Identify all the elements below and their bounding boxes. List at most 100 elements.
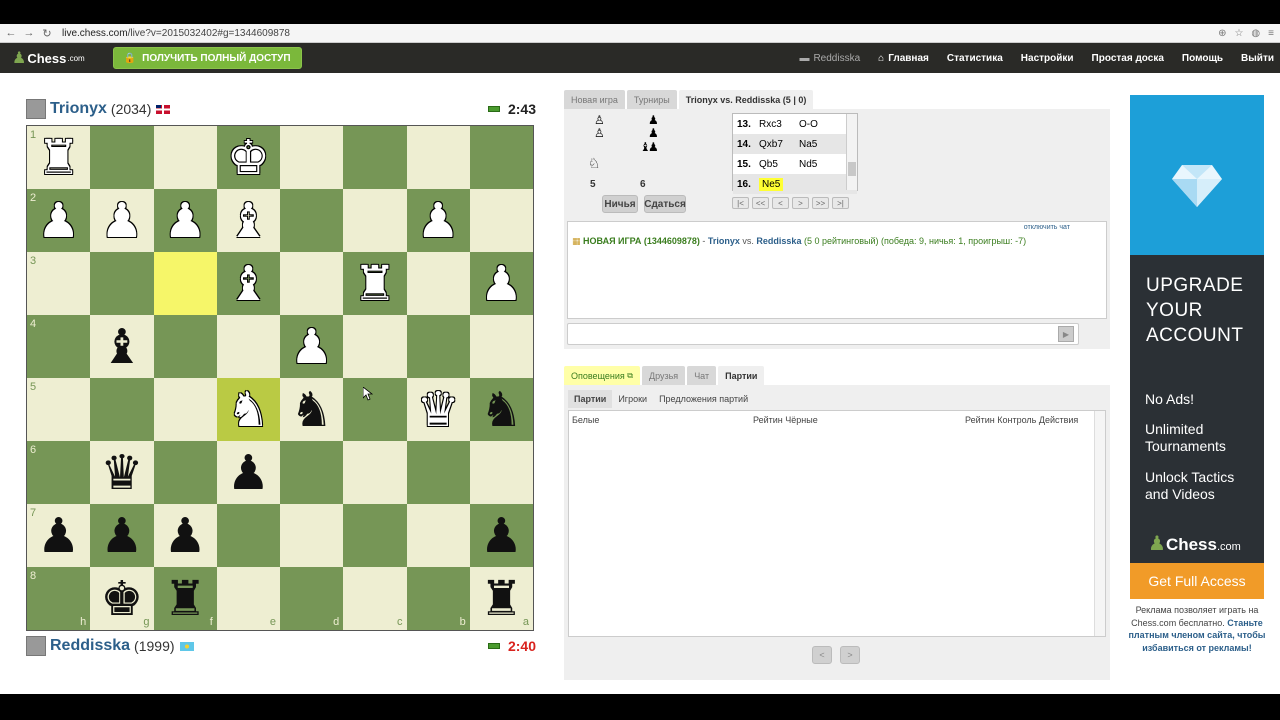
board-square[interactable] bbox=[280, 504, 344, 567]
board-square[interactable] bbox=[469, 441, 533, 504]
menu-icon[interactable]: ≡ bbox=[1268, 28, 1274, 39]
subtab-games[interactable]: Партии bbox=[568, 390, 613, 408]
board-square[interactable] bbox=[406, 441, 470, 504]
chess-logo[interactable]: ♟ Chess .com bbox=[12, 48, 85, 68]
board-square[interactable] bbox=[343, 504, 407, 567]
black-move[interactable]: Na5 bbox=[799, 139, 839, 150]
white-knight-icon[interactable]: ♞ bbox=[227, 386, 270, 434]
tab-chat[interactable]: Чат bbox=[687, 366, 717, 385]
move-row[interactable]: 15. Qb5 Nd5 bbox=[733, 154, 857, 174]
board-square[interactable] bbox=[343, 189, 407, 252]
black-knight-icon[interactable]: ♞ bbox=[290, 386, 333, 434]
board-square[interactable]: e bbox=[216, 567, 280, 630]
board-square[interactable] bbox=[406, 252, 470, 315]
nav-help[interactable]: Помощь bbox=[1182, 53, 1223, 64]
board-square[interactable] bbox=[153, 315, 217, 378]
board-square[interactable] bbox=[216, 504, 280, 567]
board-square[interactable] bbox=[280, 189, 344, 252]
top-player-name[interactable]: Trionyx bbox=[50, 100, 107, 118]
board-square[interactable]: ♜ bbox=[343, 252, 407, 315]
black-rook-icon[interactable]: ♜ bbox=[480, 575, 523, 623]
nav-simple-board[interactable]: Простая доска bbox=[1092, 53, 1164, 64]
board-square[interactable]: 1 ♜ bbox=[27, 126, 91, 189]
board-square[interactable]: 3 bbox=[27, 252, 91, 315]
black-pawn-icon[interactable]: ♟ bbox=[37, 512, 80, 560]
board-square[interactable]: ♟ bbox=[153, 504, 217, 567]
board-square[interactable]: ♝ bbox=[216, 252, 280, 315]
col-rating-black[interactable]: Рейтин Чёрные bbox=[753, 415, 818, 425]
black-move[interactable]: O-O bbox=[799, 119, 839, 130]
forward-arrow-icon[interactable]: → bbox=[22, 27, 36, 39]
bookmark-star-icon[interactable]: ☆ bbox=[1234, 28, 1243, 39]
nav-stats[interactable]: Статистика bbox=[947, 53, 1003, 64]
chess-board[interactable]: 1 ♜ ♚ 2 ♟ ♟ ♟ ♝ ♟ 3 ♝ ♜ ♟ 4 ♝ ♟ 5 ♞ ♞ ♛ ♞ 6 ♛ ♟ 7 ♟ ♟ ♟ ♟ 8 h g ♚ f ♜ e d c b a… bbox=[26, 125, 534, 631]
board-square[interactable] bbox=[90, 126, 154, 189]
black-knight-icon[interactable]: ♞ bbox=[480, 386, 523, 434]
subtab-offers[interactable]: Предложения партий bbox=[653, 390, 754, 408]
board-square[interactable] bbox=[153, 252, 217, 315]
board-square[interactable] bbox=[469, 189, 533, 252]
move-row[interactable]: 13. Rxc3 O-O bbox=[733, 114, 857, 134]
move-list[interactable]: 13. Rxc3 O-O 14. Qxb7 Na5 15. Qb5 Nd5 16. Ne5 bbox=[732, 113, 858, 194]
chat-input[interactable] bbox=[567, 323, 1079, 345]
board-square[interactable]: 6 bbox=[27, 441, 91, 504]
white-move[interactable]: Ne5 bbox=[759, 177, 799, 191]
chat-white-player[interactable]: Trionyx bbox=[708, 236, 740, 246]
tab-friends[interactable]: Друзья bbox=[641, 366, 686, 385]
white-pawn-icon[interactable]: ♟ bbox=[100, 197, 143, 245]
board-square[interactable]: 4 bbox=[27, 315, 91, 378]
board-square[interactable] bbox=[343, 441, 407, 504]
back-5-button[interactable]: << bbox=[752, 197, 769, 209]
last-move-button[interactable]: >| bbox=[832, 197, 849, 209]
board-square[interactable] bbox=[280, 441, 344, 504]
board-square[interactable]: 8h bbox=[27, 567, 91, 630]
board-square[interactable] bbox=[343, 378, 407, 441]
board-square[interactable] bbox=[153, 126, 217, 189]
board-square[interactable] bbox=[153, 441, 217, 504]
white-pawn-icon[interactable]: ♟ bbox=[417, 197, 460, 245]
board-square[interactable] bbox=[469, 126, 533, 189]
tab-current-game[interactable]: Trionyx vs. Reddisska (5 | 0) bbox=[678, 90, 814, 109]
nav-user[interactable]: ▬ Reddisska bbox=[799, 53, 860, 64]
disable-chat-link[interactable]: отключить чат bbox=[1024, 224, 1070, 231]
col-rating-control[interactable]: Рейтин Контроль Действия bbox=[965, 415, 1078, 425]
board-square[interactable]: ♛ bbox=[90, 441, 154, 504]
nav-settings[interactable]: Настройки bbox=[1021, 53, 1074, 64]
full-access-button[interactable]: 🔒 ПОЛУЧИТЬ ПОЛНЫЙ ДОСТУП bbox=[112, 47, 302, 69]
move-row[interactable]: 14. Qxb7 Na5 bbox=[733, 134, 857, 154]
board-square[interactable]: 7 ♟ bbox=[27, 504, 91, 567]
ad-banner[interactable]: UPGRADE YOUR ACCOUNT No Ads! Unlimited T… bbox=[1130, 95, 1264, 599]
tab-tournaments[interactable]: Турниры bbox=[626, 90, 677, 109]
board-square[interactable] bbox=[153, 378, 217, 441]
black-queen-icon[interactable]: ♛ bbox=[100, 449, 143, 497]
address-bar[interactable]: live.chess.com/live?v=2015032402#g=13446… bbox=[62, 26, 1202, 41]
col-white[interactable]: Белые bbox=[572, 415, 599, 425]
board-square[interactable]: ♚ bbox=[216, 126, 280, 189]
forward-5-button[interactable]: >> bbox=[812, 197, 829, 209]
back-arrow-icon[interactable]: ← bbox=[4, 27, 18, 39]
zoom-icon[interactable]: ⊕ bbox=[1218, 28, 1226, 39]
white-pawn-icon[interactable]: ♟ bbox=[37, 197, 80, 245]
board-square[interactable]: 5 bbox=[27, 378, 91, 441]
nav-logout[interactable]: Выйти bbox=[1241, 53, 1274, 64]
board-square[interactable]: ♟ bbox=[90, 189, 154, 252]
black-pawn-icon[interactable]: ♟ bbox=[227, 449, 270, 497]
board-square[interactable]: c bbox=[343, 567, 407, 630]
draw-button[interactable]: Ничья bbox=[602, 195, 638, 213]
white-rook-icon[interactable]: ♜ bbox=[37, 134, 80, 182]
board-square[interactable] bbox=[406, 126, 470, 189]
get-full-access-button[interactable]: Get Full Access bbox=[1130, 563, 1264, 599]
board-square[interactable]: d bbox=[280, 567, 344, 630]
board-square[interactable]: ♞ bbox=[280, 378, 344, 441]
white-rook-icon[interactable]: ♜ bbox=[353, 260, 396, 308]
board-square[interactable] bbox=[90, 378, 154, 441]
black-king-icon[interactable]: ♚ bbox=[100, 575, 143, 623]
white-king-icon[interactable]: ♚ bbox=[227, 134, 270, 182]
black-move[interactable]: Nd5 bbox=[799, 159, 839, 170]
board-square[interactable]: ♟ bbox=[153, 189, 217, 252]
board-square[interactable]: ♞ bbox=[469, 378, 533, 441]
white-move[interactable]: Qxb7 bbox=[759, 139, 799, 150]
board-square[interactable]: ♟ bbox=[469, 504, 533, 567]
bottom-player-name[interactable]: Reddisska bbox=[50, 637, 130, 655]
white-pawn-icon[interactable]: ♟ bbox=[164, 197, 207, 245]
